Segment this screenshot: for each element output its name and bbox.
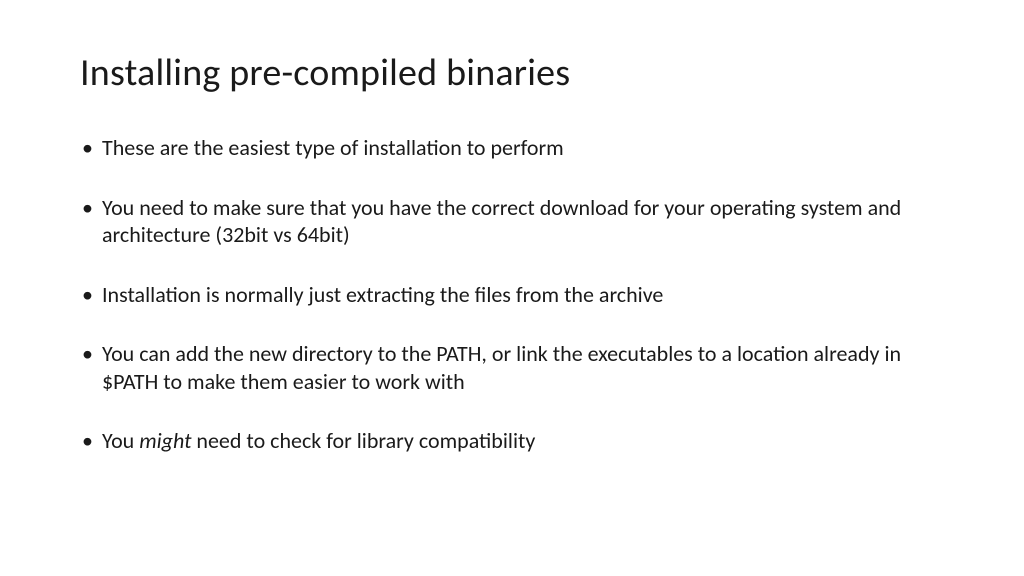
bullet-list: These are the easiest type of installati… <box>80 134 944 455</box>
list-item: These are the easiest type of installati… <box>80 134 944 162</box>
list-item: You can add the new directory to the PAT… <box>80 340 944 395</box>
slide-title: Installing pre-compiled binaries <box>80 50 944 96</box>
bullet-text-post: need to check for library compatibility <box>191 427 535 454</box>
list-item: You need to make sure that you have the … <box>80 194 944 249</box>
bullet-text-pre: You <box>102 427 139 454</box>
list-item: You might need to check for library comp… <box>80 427 944 455</box>
bullet-text-italic: might <box>139 427 191 454</box>
list-item: Installation is normally just extracting… <box>80 281 944 309</box>
